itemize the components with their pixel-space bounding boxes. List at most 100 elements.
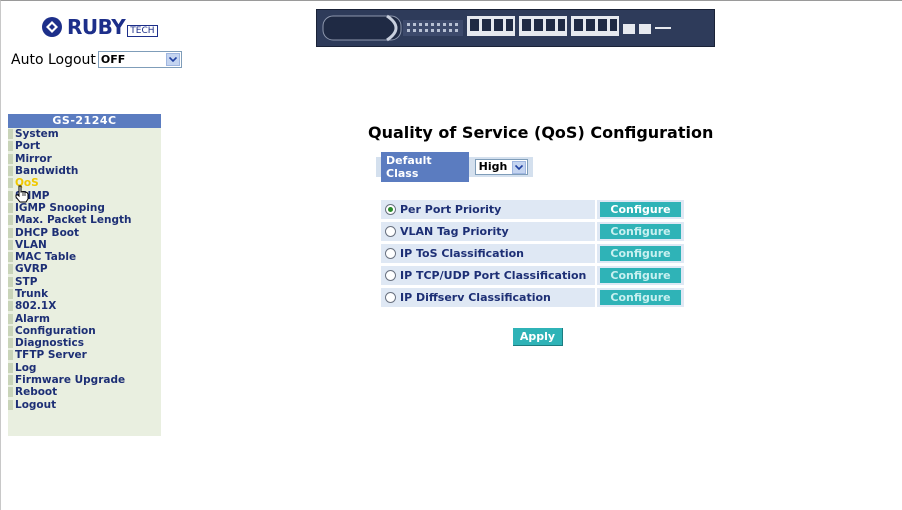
sidebar-item-8021x[interactable]: 802.1X [8,300,161,312]
sidebar-item-reboot[interactable]: Reboot [8,386,161,398]
sidebar-item-mac-table[interactable]: MAC Table [8,251,161,263]
ip-tos-classification-option[interactable]: IP ToS Classification [381,244,595,263]
sidebar-item-label: System [15,128,59,141]
sidebar-item-label: Logout [15,398,57,411]
sidebar-item-label: Firmware Upgrade [15,374,126,387]
sidebar-item-qos[interactable]: QoS [8,177,161,189]
configure-cell: Configure [597,288,684,307]
apply-button[interactable]: Apply [513,328,563,346]
radio-button[interactable] [385,226,396,237]
sidebar-item-label: IGMP Snooping [15,201,105,214]
sidebar-item-system[interactable]: System [8,128,161,140]
page-title: Quality of Service (QoS) Configuration [368,123,714,142]
configure-button[interactable]: Configure [600,290,681,305]
brand-name: RUBY [67,15,126,39]
configure-cell: Configure [597,266,684,285]
hand-pointer-icon [15,185,29,203]
sidebar-item-bandwidth[interactable]: Bandwidth [8,165,161,177]
sidebar-item-firmware-upgrade[interactable]: Firmware Upgrade [8,374,161,386]
sidebar-item-tftp-server[interactable]: TFTP Server [8,349,161,361]
auto-logout: Auto Logout OFF [11,51,182,68]
chevron-down-icon[interactable] [165,53,180,66]
radio-button[interactable] [385,248,396,259]
sidebar-item-label: Port [15,140,41,153]
bullet-icon [8,375,13,386]
default-class-label: Default Class [381,152,469,182]
sidebar-item-label: Log [15,361,37,374]
sidebar-item-igmp-snooping[interactable]: IGMP Snooping [8,202,161,214]
sidebar-item-max-packet-length[interactable]: Max. Packet Length [8,214,161,226]
priority-option-row: IP Diffserv Classification Configure [381,288,684,307]
priority-option-row: VLAN Tag Priority Configure [381,222,684,241]
ip-diffserv-classification-option[interactable]: IP Diffserv Classification [381,288,595,307]
vlan-tag-priority-option[interactable]: VLAN Tag Priority [381,222,595,241]
sidebar-item-snmp[interactable]: SNMP [8,189,161,202]
configure-button[interactable]: Configure [600,224,681,239]
bullet-icon [8,289,13,299]
sidebar-item-port[interactable]: Port [8,140,161,152]
sidebar-item-label: MAC Table [15,251,77,264]
radio-button[interactable] [385,270,396,281]
bullet-icon [8,141,13,152]
bullet-icon [8,387,13,398]
radio-button[interactable] [385,292,396,303]
radio-button[interactable] [385,204,396,215]
bullet-icon [8,276,13,287]
sidebar-item-label: Reboot [15,386,58,399]
bullet-icon [8,153,13,164]
bullet-icon [8,350,13,361]
configure-cell: Configure [597,222,684,241]
bullet-icon [8,362,13,373]
configure-button[interactable]: Configure [600,246,681,261]
switch-front-panel-image [316,9,715,47]
bullet-icon [8,301,13,312]
chevron-down-icon[interactable] [512,161,526,174]
auto-logout-select[interactable]: OFF [97,51,182,68]
priority-option-row: IP TCP/UDP Port Classification Configure [381,266,684,285]
sidebar-item-gvrp[interactable]: GVRP [8,263,161,275]
auto-logout-value: OFF [100,53,126,66]
sidebar-item-alarm[interactable]: Alarm [8,312,161,325]
sidebar-item-label: STP [15,275,38,288]
default-class-select[interactable]: High [474,159,528,175]
bullet-icon [8,166,13,177]
bullet-icon [8,252,13,263]
bullet-icon [8,264,13,275]
configure-button[interactable]: Configure [600,202,681,217]
sidebar-item-label: 802.1X [15,300,57,313]
auto-logout-label: Auto Logout [11,51,96,68]
configure-cell: Configure [597,200,684,219]
sidebar-item-label: Diagnostics [15,337,84,350]
option-label: IP TCP/UDP Port Classification [400,269,587,282]
bullet-icon [8,239,13,250]
bullet-icon [8,202,13,213]
default-class-row: Default Class High [376,152,533,182]
sidebar-item-mirror[interactable]: Mirror [8,153,161,165]
ip-tcp-udp-port-classification-option[interactable]: IP TCP/UDP Port Classification [381,266,595,285]
sidebar-item-stp[interactable]: STP [8,276,161,288]
ruby-tech-logo: RUBY TECH [41,15,158,39]
sidebar-item-trunk[interactable]: Trunk [8,288,161,300]
sidebar-item-label: Max. Packet Length [15,214,132,227]
option-label: Per Port Priority [400,203,502,216]
per-port-priority-option[interactable]: Per Port Priority [381,200,595,219]
sidebar-item-vlan[interactable]: VLAN [8,239,161,251]
sidebar-item-configuration[interactable]: Configuration [8,325,161,337]
sidebar-item-label: Configuration [15,324,96,337]
option-label: IP ToS Classification [400,247,524,260]
sidebar-item-dhcp-boot[interactable]: DHCP Boot [8,226,161,239]
sidebar-item-label: DHCP Boot [15,226,80,239]
sidebar-item-diagnostics[interactable]: Diagnostics [8,337,161,349]
bullet-icon [8,399,13,410]
configure-button[interactable]: Configure [600,268,681,283]
bullet-icon [8,313,13,324]
sidebar-item-label: Trunk [15,288,49,300]
logo-mark-icon [42,17,62,37]
sidebar-item-log[interactable]: Log [8,362,161,374]
sidebar-item-label: TFTP Server [15,349,87,362]
priority-option-row: Per Port Priority Configure [381,200,684,219]
bullet-icon [8,325,13,336]
sidebar-item-logout[interactable]: Logout [8,399,161,411]
priority-options-table: Per Port Priority Configure VLAN Tag Pri… [381,200,684,310]
bullet-icon [8,338,13,349]
